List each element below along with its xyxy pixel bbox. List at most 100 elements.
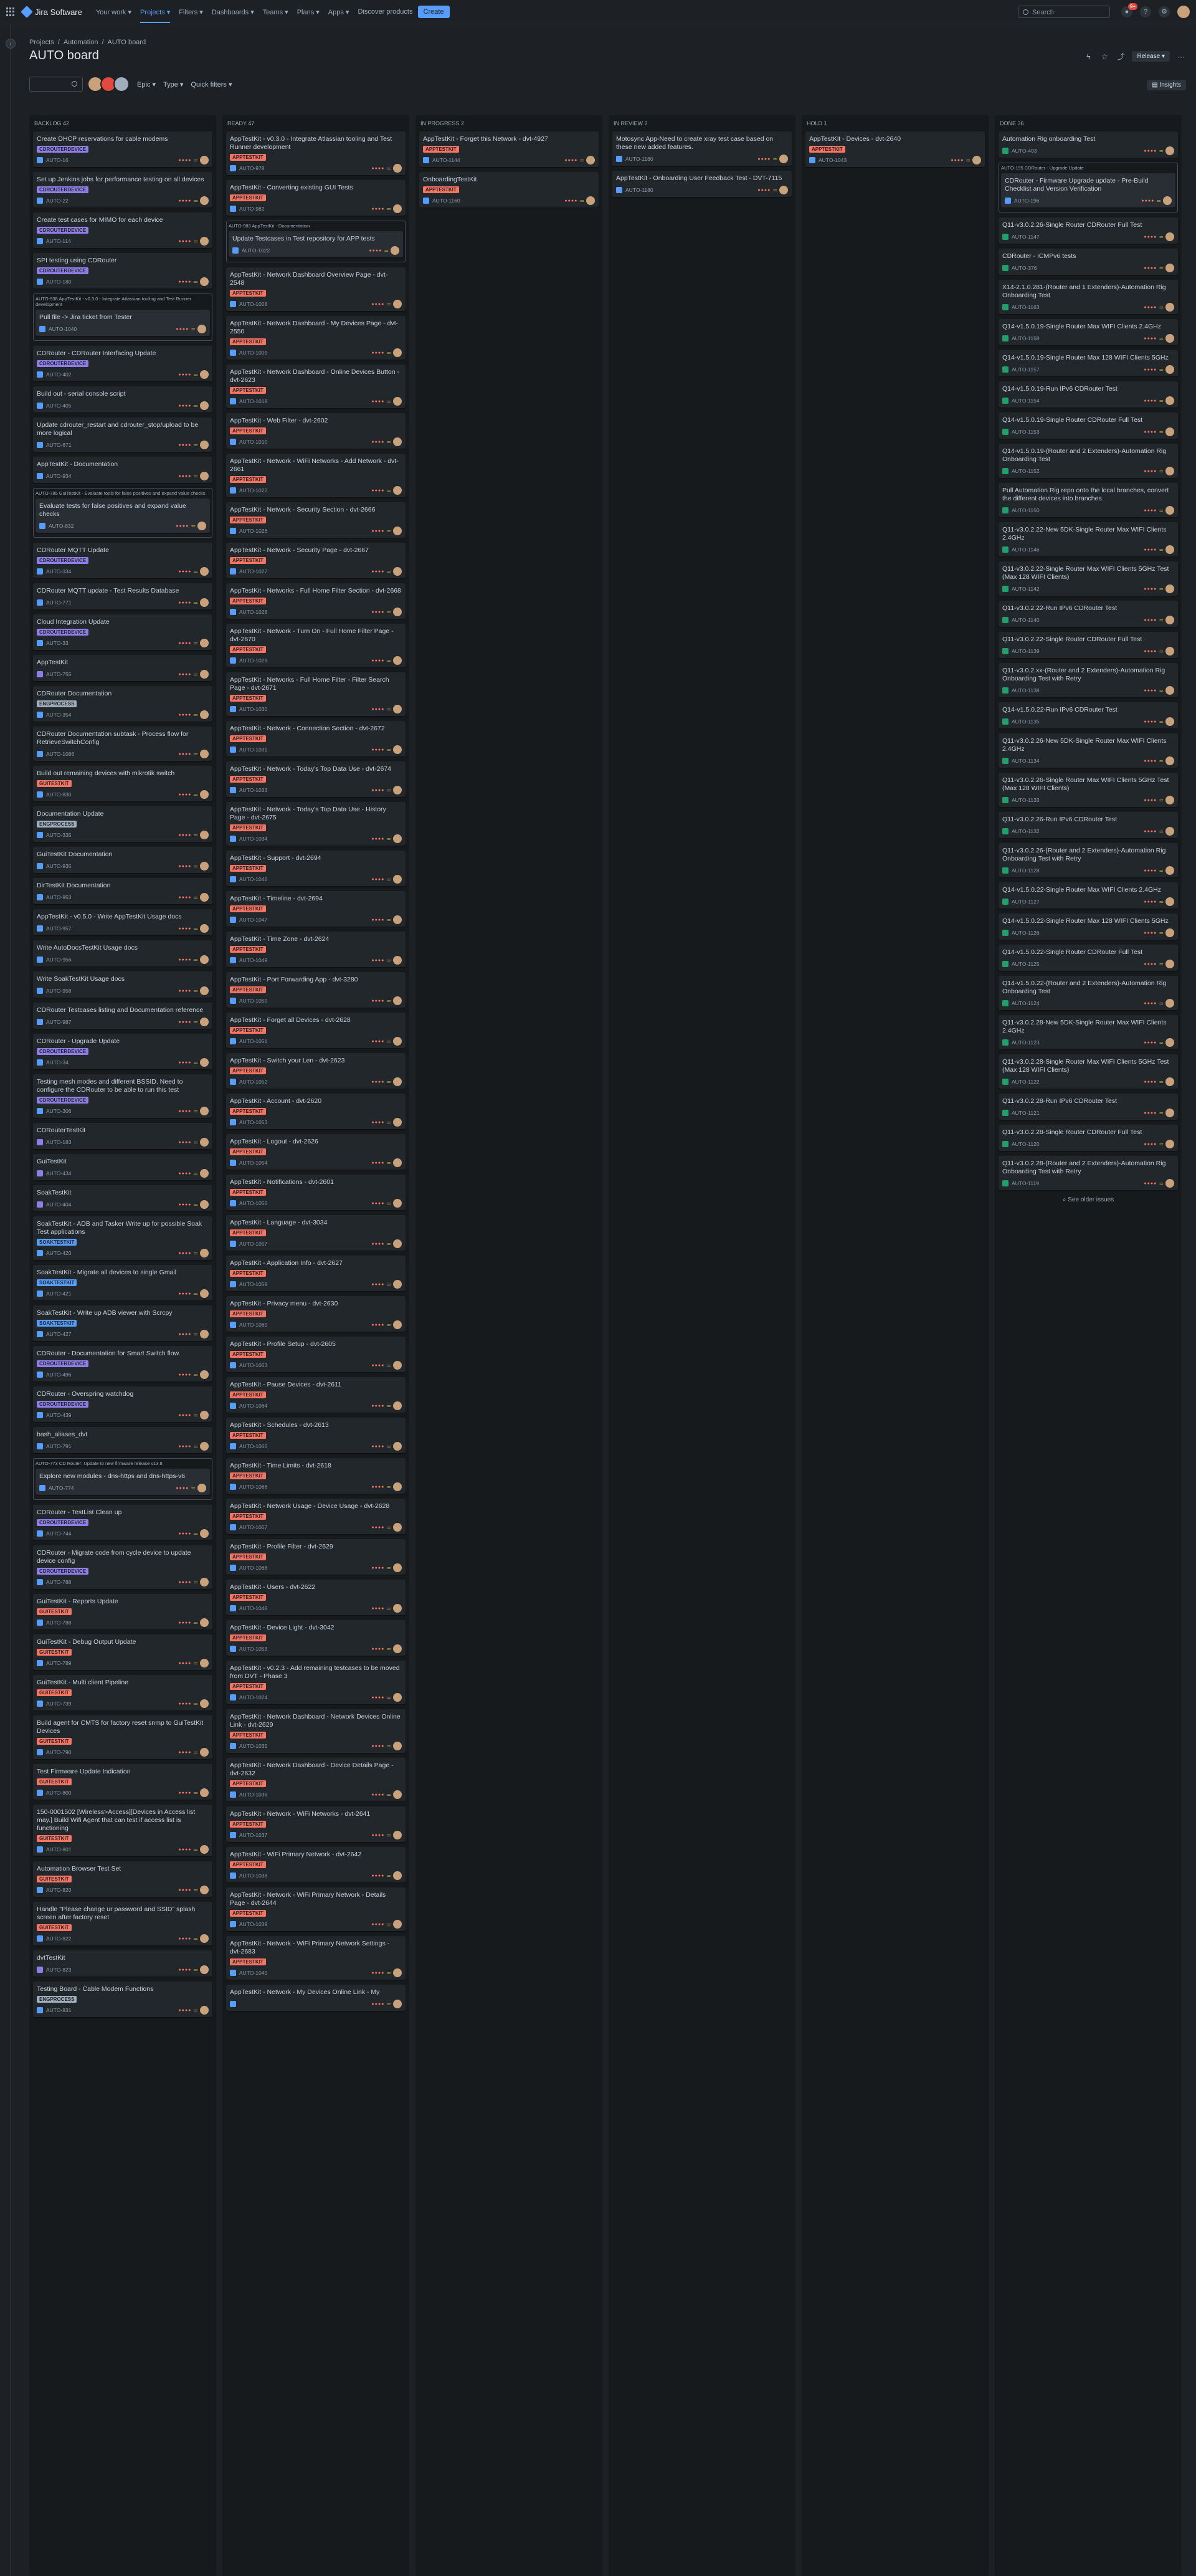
assignee-avatar[interactable] bbox=[1165, 866, 1174, 875]
assignee-avatar[interactable] bbox=[200, 1058, 209, 1067]
issue-key[interactable]: AUTO-978 bbox=[239, 165, 264, 171]
breadcrumb-item[interactable]: AUTO board bbox=[108, 39, 146, 46]
issue-card[interactable]: Pull file -> Jira ticket from Tester AUTO… bbox=[36, 310, 210, 336]
assignee-avatar[interactable] bbox=[393, 1401, 402, 1410]
issue-key[interactable]: AUTO-1152 bbox=[1012, 468, 1040, 474]
issue-card[interactable]: GuiTestKit Documentation AUTO-935 ●●●● ═ bbox=[33, 847, 212, 873]
issue-key[interactable]: AUTO-1026 bbox=[239, 528, 267, 534]
assignee-avatar[interactable] bbox=[393, 786, 402, 794]
issue-card[interactable]: Q14-v1.5.0.19-(Router and 2 Extenders)-A… bbox=[999, 444, 1178, 478]
nav-item-dashboards[interactable]: Dashboards ▾ bbox=[212, 1, 254, 23]
breadcrumb-item[interactable]: Automation bbox=[64, 39, 98, 46]
issue-card[interactable]: AppTestKit - Time Limits - dvt-2618 APPTE… bbox=[226, 1458, 406, 1494]
issue-key[interactable]: AUTO-801 bbox=[46, 1846, 71, 1853]
issue-card[interactable]: CDRouterTestKit AUTO-183 ●●●● ═ bbox=[33, 1123, 212, 1149]
assignee-avatar[interactable] bbox=[393, 300, 402, 308]
issue-key[interactable]: AUTO-196 bbox=[1014, 198, 1039, 204]
see-older-issues-link[interactable]: ⌕ See older issues bbox=[999, 1196, 1178, 1203]
issue-card[interactable]: Write SoakTestKit Usage docs AUTO-958 ●●●●… bbox=[33, 971, 212, 998]
issue-key[interactable]: AUTO-957 bbox=[46, 925, 71, 932]
issue-card[interactable]: AppTestKit - Networks - Full Home Filter… bbox=[226, 583, 406, 619]
assignee-avatar[interactable] bbox=[393, 1644, 402, 1653]
assignee-avatar[interactable] bbox=[972, 156, 981, 165]
settings-gear-icon[interactable]: ⚙ bbox=[1159, 6, 1170, 17]
issue-card[interactable]: AppTestKit - Network Dashboard - My Devi… bbox=[226, 316, 406, 360]
issue-key[interactable]: AUTO-180 bbox=[46, 279, 71, 285]
issue-card[interactable]: Create test cases for MIMO for each devi… bbox=[33, 212, 212, 248]
issue-card[interactable]: Handle "Please change ur password and SS… bbox=[33, 1902, 212, 1945]
issue-card[interactable]: Testing mesh modes and different BSSID. … bbox=[33, 1074, 212, 1118]
assignee-avatar[interactable] bbox=[1163, 196, 1172, 205]
issue-card[interactable]: GuiTestKit - Debug Output Update GUITESTK… bbox=[33, 1634, 212, 1670]
assignee-avatar[interactable] bbox=[200, 1018, 209, 1026]
issue-card[interactable]: AppTestKit - Profile Setup - dvt-2605 APP… bbox=[226, 1337, 406, 1372]
issue-key[interactable]: AUTO-403 bbox=[1012, 148, 1037, 154]
issue-key[interactable]: AUTO-1163 bbox=[1012, 304, 1040, 310]
nav-item-apps[interactable]: Apps ▾ bbox=[328, 1, 349, 23]
assignee-avatar[interactable] bbox=[393, 705, 402, 713]
issue-card[interactable]: GuiTestKit AUTO-434 ●●●● ═ bbox=[33, 1154, 212, 1180]
issue-card[interactable]: AppTestKit - Network - Today's Top Data … bbox=[226, 761, 406, 797]
issue-key[interactable]: AUTO-1063 bbox=[239, 1362, 267, 1368]
issue-key[interactable]: AUTO-16 bbox=[46, 157, 69, 163]
issue-key[interactable]: AUTO-1122 bbox=[1012, 1079, 1040, 1085]
assignee-avatar[interactable] bbox=[393, 1831, 402, 1839]
issue-card[interactable]: Q11-v3.0.2.26-Single Router CDRouter Ful… bbox=[999, 217, 1178, 244]
issue-key[interactable]: AUTO-831 bbox=[46, 2007, 71, 2013]
assignee-avatar[interactable] bbox=[1165, 427, 1174, 436]
assignee-avatar[interactable] bbox=[1165, 796, 1174, 804]
issue-key[interactable]: AUTO-1086 bbox=[46, 751, 74, 757]
issue-card[interactable]: SPI testing using CDRouter CDROUTERDEVICE… bbox=[33, 253, 212, 289]
issue-card[interactable]: AppTestKit - Network - WiFi Networks - d… bbox=[226, 1806, 406, 1842]
assignee-avatar[interactable] bbox=[200, 1618, 209, 1627]
issue-card[interactable]: AppTestKit - Networks - Full Home Filter… bbox=[226, 672, 406, 716]
issue-key[interactable]: AUTO-405 bbox=[46, 403, 71, 409]
issue-card[interactable]: AppTestKit - Language - dvt-3034 APPTESTK… bbox=[226, 1215, 406, 1251]
issue-key[interactable]: AUTO-1066 bbox=[239, 1484, 267, 1490]
issue-key[interactable]: AUTO-1059 bbox=[239, 1281, 267, 1287]
issue-card[interactable]: Q11-v3.0.2.28-(Router and 2 Extenders)-A… bbox=[999, 1156, 1178, 1190]
issue-key[interactable]: AUTO-956 bbox=[46, 956, 71, 963]
issue-card[interactable]: Q14-v1.5.0.22-Single Router CDRouter Ful… bbox=[999, 945, 1178, 971]
assignee-avatar[interactable] bbox=[200, 639, 209, 647]
issue-key[interactable]: AUTO-1047 bbox=[239, 917, 267, 923]
issue-key[interactable]: AUTO-427 bbox=[46, 1331, 71, 1337]
issue-key[interactable]: AUTO-788 bbox=[46, 1620, 71, 1626]
issue-card[interactable]: CDRouter Testcases listing and Documenta… bbox=[33, 1003, 212, 1029]
assignee-avatar[interactable] bbox=[393, 1920, 402, 1929]
assignee-avatar[interactable] bbox=[200, 1659, 209, 1667]
issue-card[interactable]: AppTestKit - Timeline - dvt-2694 APPTESTK… bbox=[226, 891, 406, 927]
issue-key[interactable]: AUTO-1009 bbox=[239, 350, 267, 356]
issue-card[interactable]: Documentation Update ENGPROCESS AUTO-335 ●●… bbox=[33, 806, 212, 842]
assignee-avatar[interactable] bbox=[393, 1790, 402, 1799]
issue-card[interactable]: AppTestKit - Logout - dvt-2626 APPTESTKIT… bbox=[226, 1134, 406, 1170]
issue-key[interactable]: AUTO-1147 bbox=[1012, 234, 1040, 240]
issue-key[interactable]: AUTO-1052 bbox=[239, 1079, 267, 1085]
issue-key[interactable]: AUTO-1034 bbox=[239, 836, 267, 842]
assignee-avatar[interactable] bbox=[393, 1563, 402, 1572]
issue-card[interactable]: Q11-v3.0.2.26-(Router and 2 Extenders)-A… bbox=[999, 843, 1178, 877]
assignee-avatar[interactable] bbox=[393, 1523, 402, 1532]
issue-key[interactable]: AUTO-1153 bbox=[1012, 429, 1040, 435]
assignee-avatar[interactable] bbox=[200, 156, 209, 165]
issue-card[interactable]: Pull Automation Rig repo onto the local … bbox=[999, 483, 1178, 517]
issue-card[interactable]: Q11-v3.0.2.26-Single Router Max WIFI Cli… bbox=[999, 773, 1178, 807]
issue-key[interactable]: AUTO-1067 bbox=[239, 1524, 267, 1530]
issue-card[interactable]: AppTestKit - Web Filter - dvt-2602 APPTES… bbox=[226, 413, 406, 449]
avatar[interactable] bbox=[113, 76, 130, 92]
issue-key[interactable]: AUTO-1031 bbox=[239, 747, 267, 753]
assignee-avatar[interactable] bbox=[1165, 999, 1174, 1008]
issue-key[interactable]: AUTO-1119 bbox=[1012, 1180, 1039, 1186]
assignee-avatar[interactable] bbox=[200, 1934, 209, 1943]
issue-card[interactable]: AppTestKit - Application Info - dvt-2627… bbox=[226, 1256, 406, 1291]
assignee-avatar[interactable] bbox=[1165, 264, 1174, 272]
issue-key[interactable]: AUTO-1010 bbox=[239, 439, 267, 445]
issue-key[interactable]: AUTO-1040 bbox=[49, 326, 77, 332]
issue-card[interactable]: Testing Board - Cable Modem Functions ENG… bbox=[33, 1982, 212, 2017]
assignee-avatar[interactable] bbox=[1165, 686, 1174, 695]
issue-card[interactable]: dvtTestKit AUTO-823 ●●●● ═ bbox=[33, 1950, 212, 1977]
issue-card[interactable]: AppTestKit - Port Forwarding App - dvt-3… bbox=[226, 972, 406, 1008]
assignee-avatar[interactable] bbox=[200, 670, 209, 679]
breadcrumb-item[interactable]: Projects bbox=[29, 39, 54, 46]
issue-key[interactable]: AUTO-1160 bbox=[432, 198, 460, 204]
